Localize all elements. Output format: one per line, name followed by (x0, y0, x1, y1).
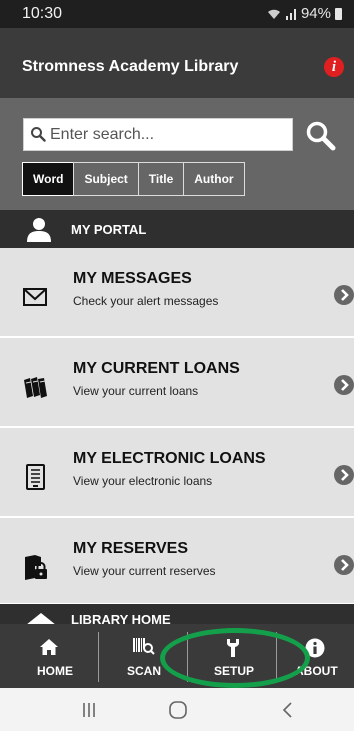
menu-item-title: MY RESERVES (73, 540, 189, 557)
status-bar: 10:30 94% (0, 0, 354, 28)
app-header: Stromness Academy Library i (0, 28, 354, 98)
info-icon (305, 638, 325, 658)
envelope-icon (23, 288, 47, 306)
menu-item-subtitle: Check your alert messages (73, 294, 219, 308)
menu-item-reserves[interactable]: MY RESERVES View your current reserves (0, 518, 354, 604)
back-icon[interactable] (276, 698, 300, 722)
signal-icon (285, 8, 296, 20)
wifi-icon (267, 9, 280, 19)
menu-item-current-loans[interactable]: MY CURRENT LOANS View your current loans (0, 338, 354, 427)
search-button-icon[interactable] (305, 120, 337, 152)
menu-item-title: MY MESSAGES (73, 270, 192, 287)
nav-label: SETUP (214, 664, 255, 678)
filter-tab-word[interactable]: Word (22, 162, 75, 196)
bottom-nav: HOME SCAN SETUP ABOUT (0, 624, 354, 688)
portal-title: MY PORTAL (71, 222, 147, 237)
chevron-right-icon (334, 285, 354, 305)
status-icons: 94% (267, 5, 342, 22)
locked-book-icon (25, 555, 47, 580)
nav-scan[interactable]: SCAN (99, 624, 187, 688)
menu-item-subtitle: View your electronic loans (73, 474, 213, 488)
wrench-icon (227, 639, 239, 657)
home-icon (40, 639, 58, 655)
system-nav-bar (0, 688, 354, 731)
filter-tab-author[interactable]: Author (183, 162, 245, 196)
battery-icon (335, 7, 342, 20)
filter-tab-subject[interactable]: Subject (73, 162, 139, 196)
portal-section-header: MY PORTAL (0, 210, 354, 248)
menu-item-subtitle: View your current loans (73, 384, 199, 398)
app-title: Stromness Academy Library (22, 58, 239, 75)
nav-label: ABOUT (295, 664, 338, 678)
menu-item-electronic-loans[interactable]: MY ELECTRONIC LOANS View your electronic… (0, 428, 354, 517)
search-box[interactable] (23, 118, 293, 151)
info-icon[interactable]: i (324, 57, 344, 77)
library-home-header[interactable]: LIBRARY HOME (0, 604, 354, 624)
barcode-scan-icon (133, 638, 155, 655)
search-icon (31, 127, 46, 142)
search-area: Word Subject Title Author (0, 98, 354, 210)
nav-home[interactable]: HOME (0, 624, 98, 688)
chevron-right-icon (334, 465, 354, 485)
search-input[interactable] (50, 123, 286, 147)
menu-item-subtitle: View your current reserves (73, 564, 216, 578)
chevron-right-icon (334, 375, 354, 395)
recent-apps-icon[interactable] (77, 698, 101, 722)
ereader-icon (26, 464, 45, 490)
library-home-title: LIBRARY HOME (71, 612, 171, 624)
status-time: 10:30 (22, 5, 63, 22)
nav-about[interactable]: ABOUT (277, 624, 354, 688)
nav-label: SCAN (127, 664, 162, 678)
battery-percent: 94% (300, 5, 331, 22)
nav-setup[interactable]: SETUP (188, 624, 276, 688)
menu-item-title: MY CURRENT LOANS (73, 360, 240, 377)
home-section-icon (27, 613, 55, 624)
user-icon (27, 218, 51, 242)
search-filter-tabs: Word Subject Title Author (22, 162, 245, 196)
home-button-icon[interactable] (166, 698, 190, 722)
chevron-right-icon (334, 555, 354, 575)
menu-item-title: MY ELECTRONIC LOANS (73, 450, 266, 467)
filter-tab-title[interactable]: Title (137, 162, 185, 196)
nav-label: HOME (37, 664, 73, 678)
books-icon (24, 377, 47, 398)
menu-item-messages[interactable]: MY MESSAGES Check your alert messages (0, 248, 354, 337)
